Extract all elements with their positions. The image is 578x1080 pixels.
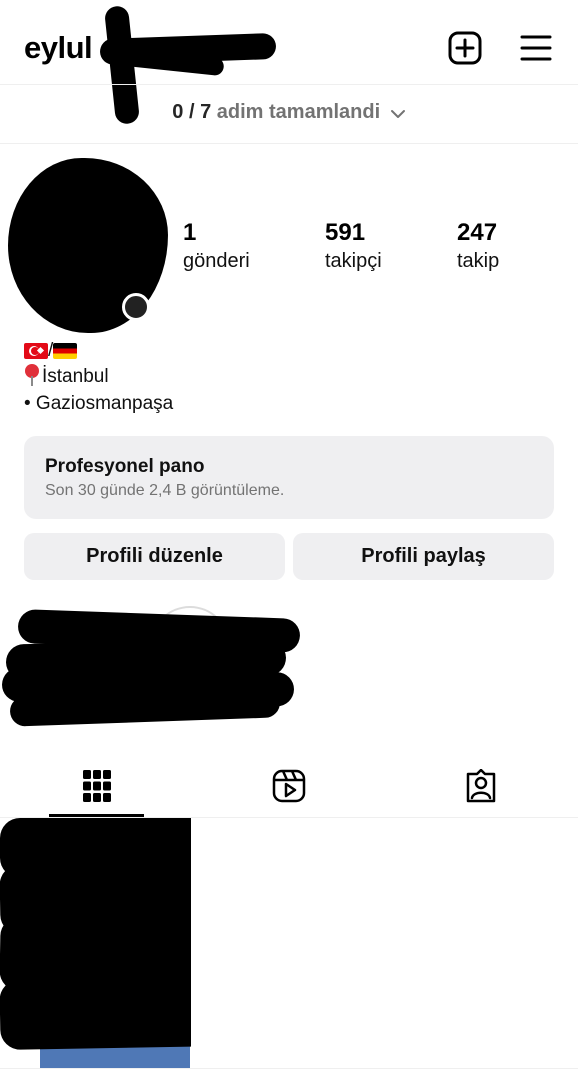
username-label[interactable]: eylul (24, 30, 93, 66)
followers-count: 591 (325, 219, 366, 246)
tab-reels[interactable] (241, 755, 336, 817)
bio-district-line: • Gaziosmanpaşa (24, 391, 173, 417)
following-count: 247 (457, 219, 498, 246)
bio-location-line: İstanbul (24, 364, 109, 390)
share-profile-button[interactable]: Profili paylaş (293, 533, 554, 580)
setup-steps-progress[interactable]: 0 / 7 adim tamamlandi (0, 96, 578, 128)
profile-tabs (0, 755, 578, 817)
stat-followers[interactable]: 591 takipçi (325, 218, 382, 274)
edit-profile-button[interactable]: Profili düzenle (24, 533, 285, 580)
add-story-badge[interactable] (122, 293, 150, 321)
turkey-flag-icon (24, 342, 48, 359)
plus-square-icon (448, 31, 482, 65)
stat-posts[interactable]: 1 gönderi (183, 218, 250, 274)
new-post-button[interactable] (445, 28, 485, 68)
bio-flags-line: / (24, 338, 78, 364)
tab-posts-grid[interactable] (49, 755, 144, 817)
dashboard-subtitle: Son 30 günde 2,4 B görüntüleme. (45, 482, 285, 499)
reels-icon (272, 769, 305, 803)
steps-count: 0 / 7 (172, 101, 212, 123)
menu-button[interactable] (516, 28, 556, 68)
header-divider (0, 84, 578, 85)
profile-header: eylul (0, 0, 578, 125)
round-pushpin-icon (24, 364, 40, 386)
grid-icon (82, 770, 111, 802)
followers-label: takipçi (325, 250, 382, 272)
posts-label: gönderi (183, 250, 250, 272)
germany-flag-icon (53, 342, 78, 359)
tagged-icon (466, 769, 495, 803)
bottom-divider (0, 1068, 578, 1069)
professional-dashboard-card[interactable]: Profesyonel pano Son 30 günde 2,4 B görü… (24, 436, 554, 519)
steps-label: adim tamamlandi (216, 101, 381, 123)
hamburger-menu-icon (520, 35, 552, 61)
steps-divider (0, 143, 578, 144)
tab-tagged[interactable] (433, 755, 528, 817)
story-highlights-area[interactable] (0, 600, 310, 730)
dashboard-title: Profesyonel pano (45, 456, 205, 477)
bio-district: • Gaziosmanpaşa (24, 393, 174, 414)
following-label: takip (457, 250, 500, 272)
chevron-down-icon (390, 97, 406, 129)
stat-following[interactable]: 247 takip (457, 218, 499, 274)
post-thumbnail[interactable] (0, 818, 191, 1068)
bio-location: İstanbul (42, 366, 109, 387)
redaction-scribble (0, 976, 191, 1050)
posts-count: 1 (183, 219, 197, 246)
